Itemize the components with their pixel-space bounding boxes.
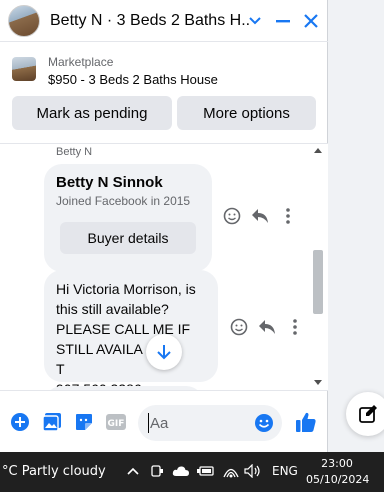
language-indicator[interactable]: ENG <box>272 464 298 478</box>
gif-icon[interactable]: GIF <box>105 411 127 433</box>
volume-icon[interactable] <box>244 462 262 480</box>
profile-card-name: Betty N Sinnok <box>56 174 163 191</box>
close-icon[interactable] <box>300 10 322 32</box>
message-input[interactable]: Aa <box>138 405 282 441</box>
device-icon[interactable] <box>148 462 166 480</box>
battery-icon[interactable] <box>196 462 214 480</box>
mark-as-pending-button[interactable]: Mark as pending <box>12 96 172 130</box>
screen: Betty N · 3 Beds 2 Baths H... Marketplac… <box>0 0 384 492</box>
listing-thumbnail[interactable] <box>12 57 36 81</box>
more-options-button[interactable]: More options <box>177 96 316 130</box>
new-message-button[interactable] <box>346 392 384 436</box>
weather-widget[interactable]: °C Partly cloudy <box>2 464 106 479</box>
photo-icon[interactable] <box>41 411 63 433</box>
scrollbar-thumb[interactable] <box>313 250 323 314</box>
wifi-icon[interactable] <box>222 462 240 480</box>
scroll-to-bottom-button[interactable] <box>146 334 182 370</box>
message-line: Hi Victoria Morrison, is <box>56 281 196 297</box>
message-scrollbar[interactable] <box>310 144 326 390</box>
message-composer: GIF Aa <box>0 390 328 452</box>
emoji-icon[interactable] <box>254 413 274 433</box>
listing-title[interactable]: $950 - 3 Beds 2 Baths House <box>48 70 218 90</box>
scroll-up-arrow-icon[interactable] <box>314 148 322 153</box>
message-thread: Betty N Betty N Sinnok Joined Facebook i… <box>0 144 328 390</box>
message-line: this still available? <box>56 301 169 317</box>
chevron-down-icon[interactable] <box>244 10 266 32</box>
message-bubble[interactable]: Hi Victoria Morrison, is this still avai… <box>44 270 218 390</box>
taskbar: °C Partly cloudy ENG 23:00 05/10/2024 <box>0 452 384 492</box>
contact-avatar[interactable] <box>8 4 40 37</box>
thumbs-up-icon[interactable] <box>295 411 317 433</box>
more-actions-icon[interactable] <box>278 206 298 226</box>
chevron-up-icon[interactable] <box>124 462 142 480</box>
reply-icon[interactable] <box>250 206 270 226</box>
sticker-icon[interactable] <box>73 411 95 433</box>
svg-text:GIF: GIF <box>108 419 125 429</box>
react-emoji-icon[interactable] <box>222 206 242 226</box>
react-emoji-icon[interactable] <box>229 317 249 337</box>
reply-icon[interactable] <box>257 317 277 337</box>
system-clock[interactable]: 23:00 05/10/2024 <box>306 456 370 488</box>
chat-title[interactable]: Betty N · 3 Beds 2 Baths H... <box>50 12 250 30</box>
text-caret <box>148 413 149 433</box>
profile-card-subtitle: Joined Facebook in 2015 <box>56 194 191 208</box>
listing-label: Marketplace <box>48 55 114 69</box>
marketplace-listing: Marketplace $950 - 3 Beds 2 Baths House … <box>0 42 328 144</box>
message-line-tail: T <box>56 361 65 377</box>
message-input-placeholder: Aa <box>150 415 169 432</box>
onedrive-cloud-icon[interactable] <box>172 462 190 480</box>
minimize-icon[interactable] <box>272 10 294 32</box>
message-line: STILL AVAILA <box>56 341 143 357</box>
more-actions-icon[interactable] <box>285 317 305 337</box>
sender-name: Betty N <box>56 146 93 158</box>
profile-card: Betty N Sinnok Joined Facebook in 2015 B… <box>44 164 212 272</box>
message-line: PLEASE CALL ME IF <box>56 321 191 337</box>
scroll-down-arrow-icon[interactable] <box>314 380 322 385</box>
chat-header[interactable]: Betty N · 3 Beds 2 Baths H... <box>0 0 328 42</box>
clock-date: 05/10/2024 <box>306 473 370 486</box>
chat-window: Betty N · 3 Beds 2 Baths H... Marketplac… <box>0 0 328 452</box>
buyer-details-button[interactable]: Buyer details <box>60 222 196 254</box>
clock-time: 23:00 <box>321 457 353 470</box>
plus-circle-icon[interactable] <box>9 411 31 433</box>
